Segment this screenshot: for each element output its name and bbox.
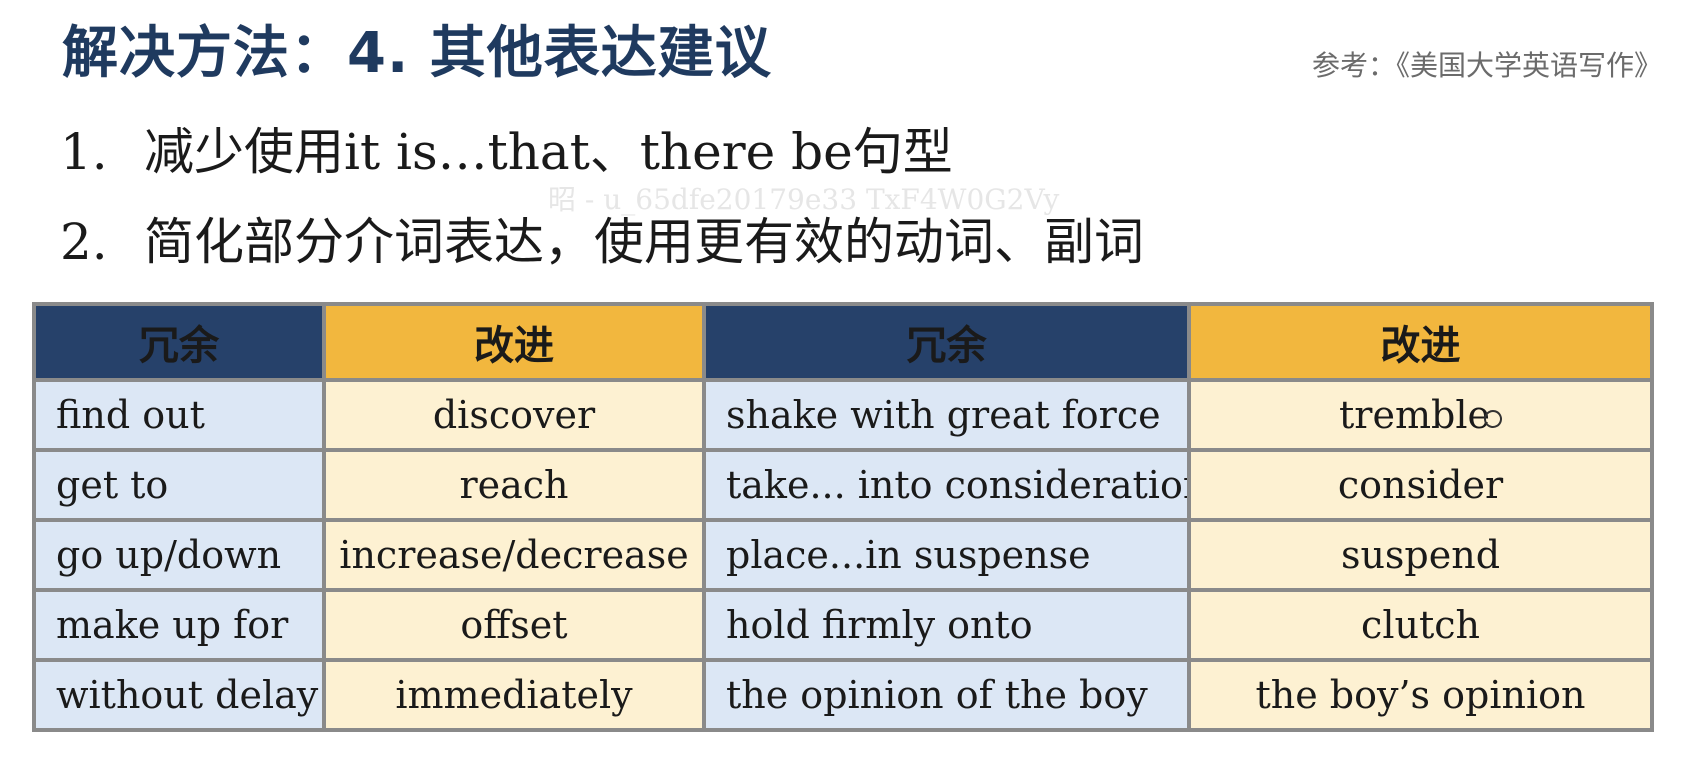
point-number: 2. <box>60 213 108 271</box>
header-improved: 改进 <box>322 302 706 382</box>
point-text: 简化部分介词表达，使用更有效的动词、副词 <box>144 213 1144 271</box>
points-list: 1. 减少使用it is…that、there be句型 2. 简化部分介词表达… <box>60 112 1144 292</box>
redundant-cell: find out <box>32 378 326 452</box>
redundant-cell: make up for <box>32 588 326 662</box>
point-number: 1. <box>60 123 108 181</box>
reference-note: 参考：《美国大学英语写作》 <box>1311 49 1662 82</box>
header-redundant: 冗余 <box>32 302 326 382</box>
redundant-cell: go up/down <box>32 518 326 592</box>
table-row: get to reach take... into consideration … <box>32 448 1654 522</box>
improved-cell: suspend <box>1187 518 1654 592</box>
header-improved: 改进 <box>1187 302 1654 382</box>
redundant-cell: the opinion of the boy <box>702 658 1191 732</box>
redundant-cell: shake with great force <box>702 378 1191 452</box>
improved-cell: discover <box>322 378 706 452</box>
header-redundant: 冗余 <box>702 302 1191 382</box>
redundant-cell: get to <box>32 448 326 522</box>
improved-cell-text: tremble <box>1339 393 1490 437</box>
improved-cell: immediately <box>322 658 706 732</box>
redundant-cell: hold firmly onto <box>702 588 1191 662</box>
point-text: 减少使用it is…that、there be句型 <box>144 123 953 181</box>
improved-cell: clutch <box>1187 588 1654 662</box>
improved-cell: the boy’s opinion <box>1187 658 1654 732</box>
improved-cell: reach <box>322 448 706 522</box>
table-header-row: 冗余 改进 冗余 改进 <box>32 302 1654 382</box>
table-row: without delay immediately the opinion of… <box>32 658 1654 732</box>
improved-cell: offset <box>322 588 706 662</box>
improved-cell: increase/decrease <box>322 518 706 592</box>
improved-cell: tremble <box>1187 378 1654 452</box>
slide-title: 解决方法：4. 其他表达建议 <box>62 21 772 86</box>
table-row: go up/down increase/decrease place...in … <box>32 518 1654 592</box>
redundant-cell: place...in suspense <box>702 518 1191 592</box>
improved-cell: consider <box>1187 448 1654 522</box>
redundant-cell: without delay <box>32 658 326 732</box>
table-row: find out discover shake with great force… <box>32 378 1654 452</box>
comparison-table: 冗余 改进 冗余 改进 find out discover shake with… <box>32 302 1654 732</box>
point-item: 1. 减少使用it is…that、there be句型 <box>60 112 1144 202</box>
table-row: make up for offset hold firmly onto clut… <box>32 588 1654 662</box>
redundant-cell: take... into consideration <box>702 448 1191 522</box>
point-item: 2. 简化部分介词表达，使用更有效的动词、副词 <box>60 202 1144 292</box>
